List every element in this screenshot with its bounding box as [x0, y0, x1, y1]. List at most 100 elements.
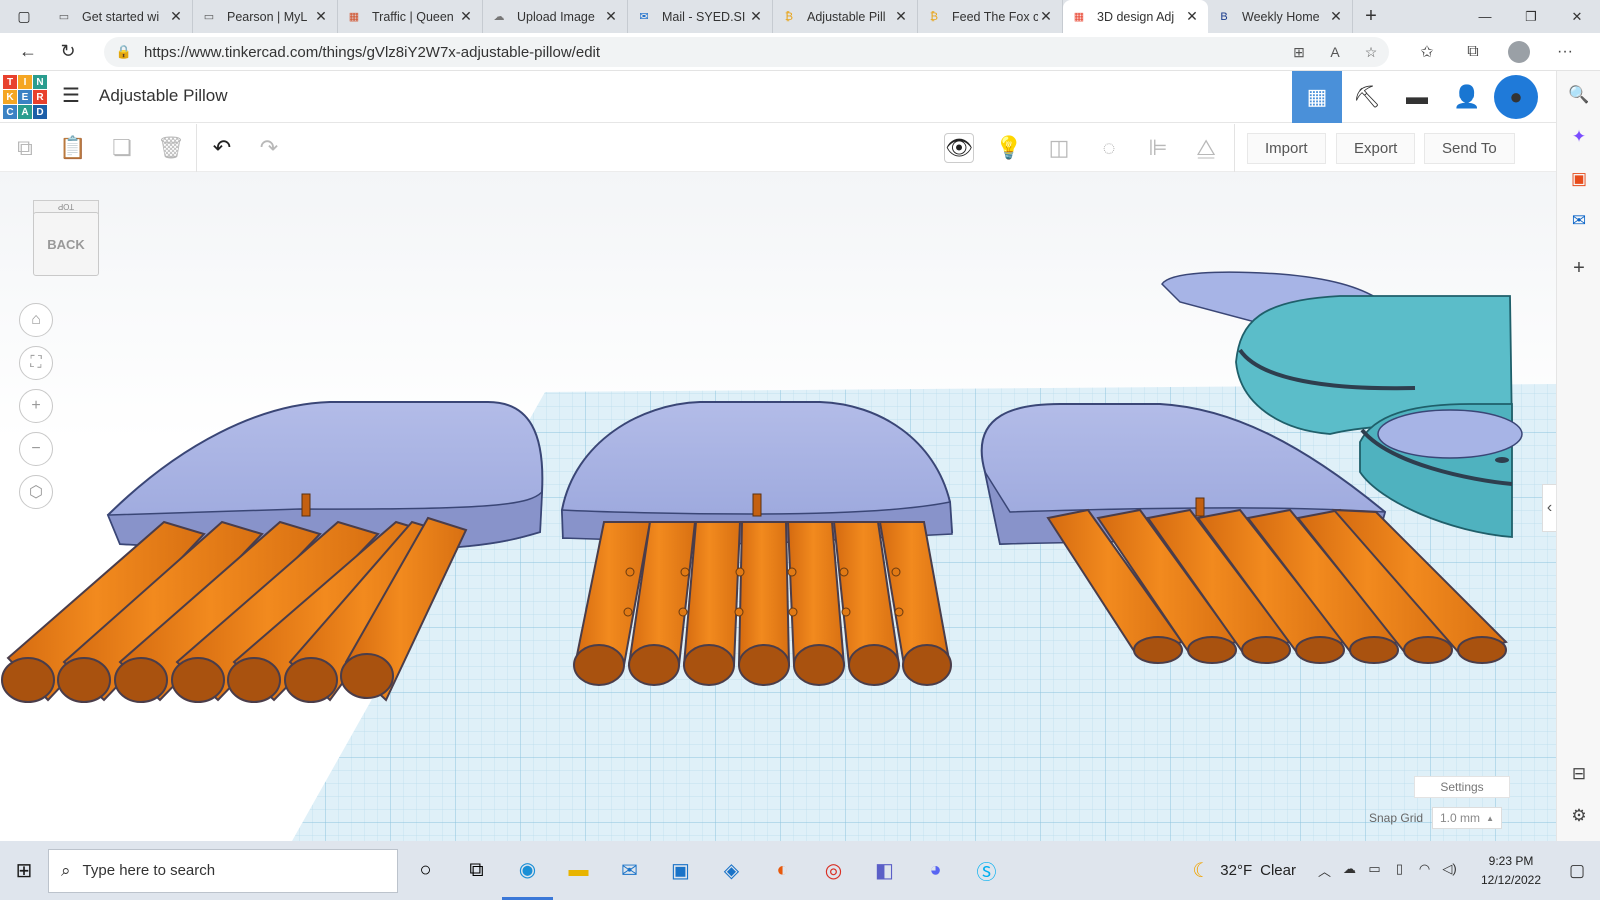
search-icon[interactable]: 🔍: [1557, 85, 1600, 105]
export-button[interactable]: Export: [1336, 133, 1416, 164]
read-aloud-icon[interactable]: A: [1317, 44, 1353, 60]
tinkercad-logo[interactable]: TIN KER CAD: [3, 75, 47, 119]
design-title[interactable]: Adjustable Pillow: [99, 86, 228, 106]
chrome-icon[interactable]: ◎: [808, 841, 859, 900]
add-sidebar-icon[interactable]: +: [1557, 257, 1600, 280]
restore-icon[interactable]: ❐: [1508, 0, 1554, 33]
group-icon[interactable]: ◫: [1044, 133, 1074, 163]
browser-tab[interactable]: ▭ Get started wi ✕: [48, 0, 193, 33]
delete-icon[interactable]: 🗑: [156, 133, 186, 163]
close-tab-icon[interactable]: ✕: [458, 8, 474, 25]
firefox-icon[interactable]: ◐: [757, 841, 808, 900]
perspective-icon[interactable]: ⬡: [19, 475, 53, 509]
wifi-icon[interactable]: ◠: [1412, 861, 1437, 880]
chevron-up-icon[interactable]: ︿: [1312, 861, 1337, 880]
collapse-panel-icon[interactable]: ‹: [1542, 484, 1556, 532]
office-icon[interactable]: ▣: [1557, 169, 1600, 189]
address-bar[interactable]: 🔒 https://www.tinkercad.com/things/gVlz8…: [104, 37, 1389, 67]
favorites-icon[interactable]: ✩: [1404, 42, 1450, 62]
close-tab-icon[interactable]: ✕: [1038, 8, 1054, 25]
store-icon[interactable]: ▣: [655, 841, 706, 900]
browser-tab[interactable]: ₿ Adjustable Pill ✕: [773, 0, 918, 33]
view-cube-back[interactable]: BACK: [33, 212, 99, 276]
zoom-out-icon[interactable]: −: [19, 432, 53, 466]
windows-start-icon[interactable]: ⊞: [0, 841, 48, 900]
browser-tab[interactable]: ✉ Mail - SYED.SI ✕: [628, 0, 773, 33]
close-tab-icon[interactable]: ✕: [313, 8, 329, 25]
invite-user-icon[interactable]: 👤: [1442, 71, 1492, 123]
blocks-mode-icon[interactable]: ⛏: [1342, 71, 1392, 123]
profile-avatar[interactable]: [1508, 41, 1530, 63]
design-list-icon[interactable]: ☰: [62, 85, 84, 107]
file-explorer-icon[interactable]: ▬: [553, 841, 604, 900]
browser-tab[interactable]: B Weekly Home ✕: [1208, 0, 1353, 33]
back-icon[interactable]: ←: [8, 33, 48, 71]
discord-icon[interactable]: ◕: [910, 841, 961, 900]
taskbar-search[interactable]: ⌕ Type here to search: [48, 848, 398, 893]
browser-tab[interactable]: ☁ Upload Image ✕: [483, 0, 628, 33]
refresh-icon[interactable]: ↻: [48, 33, 88, 71]
copilot-icon[interactable]: ✦: [1557, 127, 1600, 147]
minimize-icon[interactable]: —: [1462, 0, 1508, 33]
browser-tab[interactable]: ▦ 3D design Adj ✕: [1063, 0, 1208, 33]
more-menu-icon[interactable]: ···: [1542, 43, 1588, 61]
view-cube[interactable]: TOP BACK: [33, 200, 101, 280]
url-text[interactable]: https://www.tinkercad.com/things/gVlz8iY…: [144, 44, 1281, 61]
task-view-icon[interactable]: ⧉: [451, 841, 502, 900]
close-tab-icon[interactable]: ✕: [893, 8, 909, 25]
mail-icon[interactable]: ✉: [604, 841, 655, 900]
skype-icon[interactable]: Ⓢ: [961, 841, 1012, 900]
notes-icon[interactable]: 👁: [944, 133, 974, 163]
workplane-scene[interactable]: [0, 172, 1556, 841]
new-tab-button[interactable]: +: [1353, 0, 1389, 33]
ungroup-icon[interactable]: ◌: [1094, 133, 1124, 163]
cortana-icon[interactable]: ○: [400, 841, 451, 900]
battery-icon[interactable]: ▭: [1362, 861, 1387, 880]
close-tab-icon[interactable]: ✕: [168, 8, 184, 25]
device-icon[interactable]: ▯: [1387, 861, 1412, 880]
browser-tab[interactable]: ▭ Pearson | MyL ✕: [193, 0, 338, 33]
collections-icon[interactable]: ⧉: [1450, 43, 1496, 61]
app-available-icon[interactable]: ⊞: [1281, 44, 1317, 61]
redo-icon[interactable]: ↷: [254, 133, 284, 163]
light-bulb-icon[interactable]: 💡: [994, 133, 1024, 163]
zoom-in-icon[interactable]: +: [19, 389, 53, 423]
close-tab-icon[interactable]: ✕: [1184, 8, 1200, 25]
defender-icon[interactable]: ◈: [706, 841, 757, 900]
close-window-icon[interactable]: ✕: [1554, 0, 1600, 33]
paste-icon[interactable]: 📋: [58, 133, 88, 163]
duplicate-icon[interactable]: ❏: [107, 133, 137, 163]
split-screen-icon[interactable]: ⊟: [1557, 764, 1600, 784]
close-tab-icon[interactable]: ✕: [748, 8, 764, 25]
pillow-model-middle[interactable]: [560, 401, 954, 686]
volume-icon[interactable]: ◁): [1437, 861, 1462, 880]
favorite-add-icon[interactable]: ☆: [1353, 44, 1389, 61]
teams-icon[interactable]: ◧: [859, 841, 910, 900]
3d-design-mode-icon[interactable]: ▦: [1292, 71, 1342, 123]
align-icon[interactable]: ⊫: [1143, 133, 1173, 163]
bricks-mode-icon[interactable]: ▬: [1392, 71, 1442, 123]
user-avatar[interactable]: ●: [1494, 75, 1538, 119]
close-tab-icon[interactable]: ✕: [603, 8, 619, 25]
snap-grid-select[interactable]: 1.0 mm ▲: [1432, 807, 1502, 829]
browser-tab[interactable]: ▦ Traffic | Queen ✕: [338, 0, 483, 33]
lock-icon[interactable]: 🔒: [104, 44, 144, 60]
fit-view-icon[interactable]: ⛶: [19, 346, 53, 380]
home-view-icon[interactable]: ⌂: [19, 303, 53, 337]
browser-tab[interactable]: ₿ Feed The Fox c ✕: [918, 0, 1063, 33]
undo-icon[interactable]: ↶: [207, 133, 237, 163]
settings-button[interactable]: Settings: [1414, 776, 1510, 798]
close-tab-icon[interactable]: ✕: [1328, 8, 1344, 25]
onedrive-icon[interactable]: ☁: [1337, 861, 1362, 880]
mirror-icon[interactable]: ⧋: [1191, 133, 1221, 163]
copy-icon[interactable]: ⧉: [10, 133, 40, 163]
notifications-icon[interactable]: ▢: [1554, 861, 1600, 881]
import-button[interactable]: Import: [1247, 133, 1326, 164]
workplane-viewport[interactable]: TOP BACK ⌂ ⛶ + − ⬡ ‹ Settings Snap Grid …: [0, 172, 1556, 841]
tab-actions-icon[interactable]: ▢: [0, 0, 48, 33]
weather-widget[interactable]: ☾ 32°F Clear: [1192, 858, 1296, 883]
send-to-button[interactable]: Send To: [1424, 133, 1515, 164]
clock[interactable]: 9:23 PM 12/12/2022: [1468, 852, 1554, 890]
sidebar-settings-icon[interactable]: ⚙: [1557, 806, 1600, 826]
outlook-icon[interactable]: ✉: [1557, 211, 1600, 231]
